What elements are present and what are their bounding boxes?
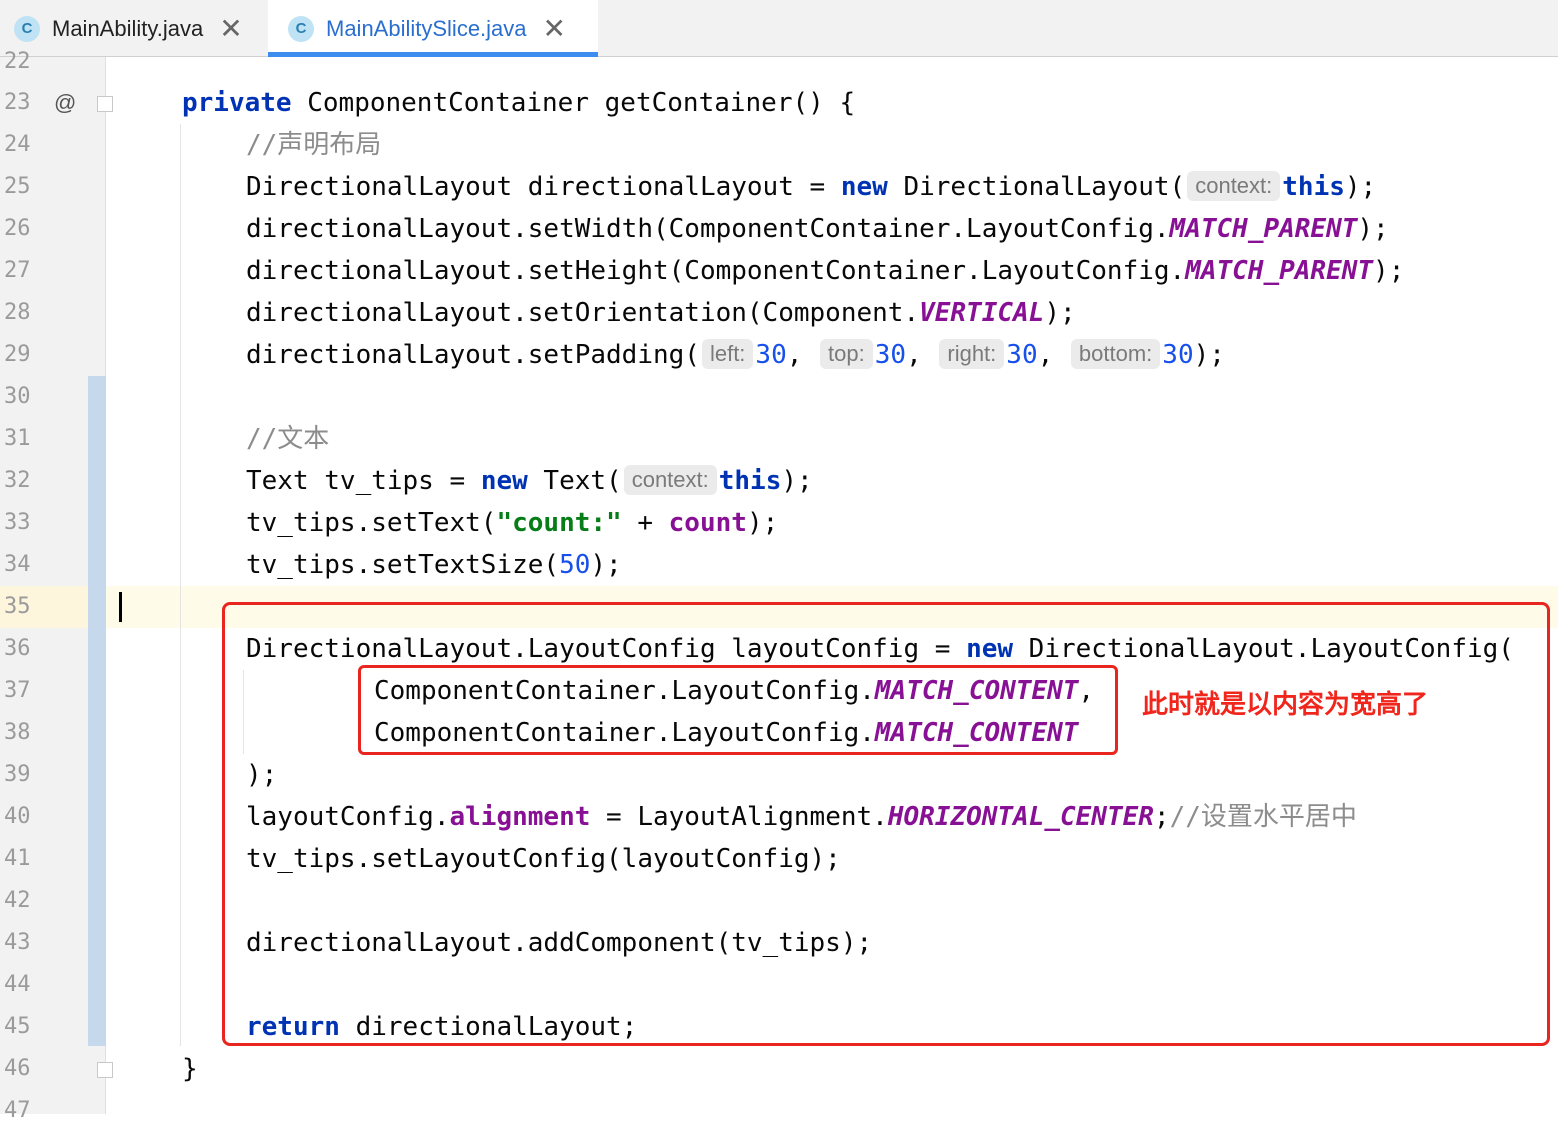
code-line-33[interactable]: tv_tips.setText("count:" + count); (0, 502, 1558, 544)
code-line-25[interactable]: DirectionalLayout directionalLayout = ne… (0, 166, 1558, 208)
close-icon[interactable]: ✕ (219, 14, 242, 43)
line-number: 30 (4, 384, 31, 409)
code-line-23[interactable]: private ComponentContainer getContainer(… (0, 82, 1558, 124)
param-hint: top: (820, 339, 873, 369)
text-caret (119, 592, 122, 622)
param-hint: context: (623, 465, 717, 495)
param-hint: left: (701, 339, 754, 369)
line-number: 42 (4, 888, 31, 913)
tab-label: MainAbilitySlice.java (326, 15, 527, 41)
tab-main-ability-slice[interactable]: C MainAbilitySlice.java ✕ (268, 0, 598, 57)
line-number: 35 (4, 594, 31, 619)
active-tab-indicator (268, 52, 598, 57)
param-hint: context: (1187, 171, 1281, 201)
code-line-26[interactable]: directionalLayout.setWidth(ComponentCont… (0, 208, 1558, 250)
code-line-28[interactable]: directionalLayout.setOrientation(Compone… (0, 292, 1558, 334)
annotation-note: 此时就是以内容为宽高了 (1142, 690, 1429, 720)
annotation-inner-box (358, 665, 1118, 755)
code-line-29[interactable]: directionalLayout.setPadding(left: 30, to… (0, 334, 1558, 376)
editor-tab-bar: C MainAbility.java ✕ C MainAbilitySlice.… (0, 0, 1558, 57)
tab-main-ability[interactable]: C MainAbility.java ✕ (14, 0, 243, 57)
code-line-46[interactable]: } (0, 1048, 1558, 1090)
java-class-icon: C (288, 15, 314, 42)
param-hint: right: (939, 339, 1005, 369)
code-line-27[interactable]: directionalLayout.setHeight(ComponentCon… (0, 250, 1558, 292)
java-class-icon: C (14, 15, 40, 42)
line-number: 44 (4, 972, 31, 997)
line-number: 22 (4, 49, 31, 74)
code-line-31[interactable]: //文本 (0, 418, 1558, 460)
tab-label: MainAbility.java (52, 15, 204, 41)
code-line-34[interactable]: tv_tips.setTextSize(50); (0, 544, 1558, 586)
code-line-32[interactable]: Text tv_tips = new Text(context: this); (0, 460, 1558, 502)
close-icon[interactable]: ✕ (543, 14, 566, 43)
line-number: 47 (4, 1098, 31, 1123)
code-line-24[interactable]: //声明布局 (0, 124, 1558, 166)
param-hint: bottom: (1070, 339, 1161, 369)
